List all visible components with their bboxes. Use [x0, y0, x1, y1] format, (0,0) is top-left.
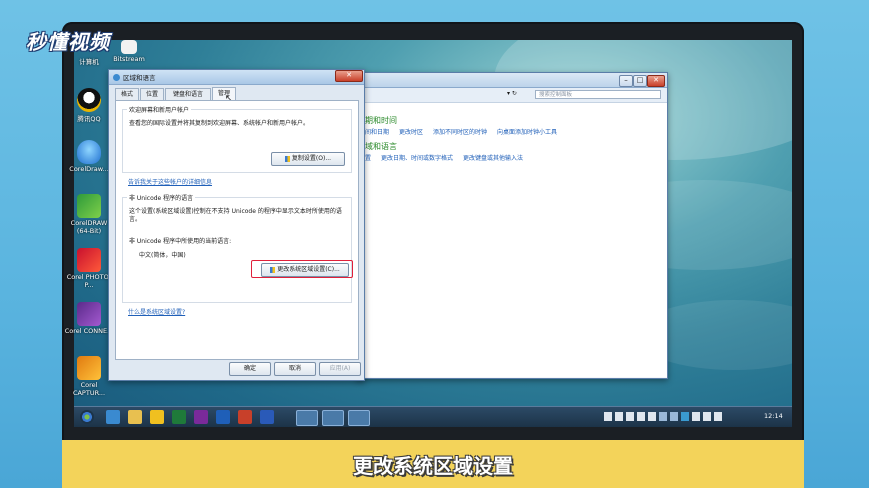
powerpoint-icon[interactable] [238, 410, 252, 424]
taskbar-app-1[interactable] [296, 410, 318, 426]
dialog-title: 区域和语言 [123, 74, 156, 82]
change-system-locale-button[interactable]: 更改系统区域设置(C)... [261, 263, 349, 277]
start-button-icon[interactable] [80, 410, 94, 424]
taskbar-app-2[interactable] [322, 410, 344, 426]
balloon-icon [77, 140, 101, 164]
desktop-icon-label: Corel CONNE... [64, 327, 114, 335]
region-links: 置 更改日期、时间或数字格式 更改键盘或其他输入法 [365, 153, 523, 162]
tray-keyboard-icon[interactable] [604, 412, 612, 421]
desktop-icon-capture[interactable]: Corel CAPTUR... [64, 356, 114, 397]
link-timezone[interactable]: 更改时区 [399, 127, 423, 136]
outlook-icon[interactable] [216, 410, 230, 424]
desktop-icon-bitstream[interactable]: Bitstream [104, 40, 154, 63]
coreldraw-icon [77, 194, 101, 218]
tab-panel: 欢迎屏幕和新用户帐户 查看您的国际设置并将其复制到欢迎屏幕、系统帐户和新用户帐户… [115, 100, 359, 360]
current-language-label: 非 Unicode 程序中所使用的当前语言: [129, 238, 232, 245]
link-datetime[interactable]: 间和日期 [365, 127, 389, 136]
unicode-description: 这个设置(系统区域设置)控制在不支持 Unicode 的程序中显示文本时所使用的… [129, 208, 342, 223]
tray-security-icon[interactable] [670, 412, 678, 421]
welcome-description: 查看您的国际设置并将其复制到欢迎屏幕、系统帐户和新用户帐户。 [129, 120, 310, 127]
ok-button[interactable]: 确定 [229, 362, 271, 376]
tray-bluetooth-icon[interactable] [659, 412, 667, 421]
media-icon[interactable] [150, 410, 164, 424]
maximize-button[interactable]: □ [633, 75, 647, 87]
tray-app-icon[interactable] [681, 412, 689, 421]
desktop-icon-coreldraw64[interactable]: CorelDRAW (64-Bit) [64, 194, 114, 235]
desktop-icon-label: Bitstream [113, 55, 145, 63]
shield-icon [284, 155, 290, 162]
current-language-value: 中文(简体，中国) [139, 252, 186, 259]
copy-settings-label: 复制设置(O)... [291, 155, 332, 162]
welcome-group: 欢迎屏幕和新用户帐户 查看您的国际设置并将其复制到欢迎屏幕、系统帐户和新用户帐户… [122, 105, 352, 173]
welcome-accounts-link[interactable]: 告诉我关于这些帐户的详细信息 [128, 177, 212, 186]
tab-strip: 格式 位置 键盘和语言 管理 ↖ [115, 87, 359, 104]
system-locale-help-link[interactable]: 什么是系统区域设置? [128, 307, 185, 316]
datetime-links: 间和日期 更改时区 添加不同时区的时钟 向桌面添加时钟小工具 [365, 127, 557, 136]
desktop-icon-connect[interactable]: Corel CONNE... [64, 302, 114, 335]
desktop-icon-photopaint[interactable]: Corel PHOTO-P... [64, 248, 114, 289]
desktop-icon-label: CorelDraw... [69, 165, 109, 173]
dialog-close-button[interactable]: ✕ [335, 70, 363, 82]
tray-display-icon[interactable] [703, 412, 711, 421]
minimize-button[interactable]: – [619, 75, 633, 87]
word-icon[interactable] [260, 410, 274, 424]
explorer-icon[interactable] [128, 410, 142, 424]
tray-volume-icon[interactable] [714, 412, 722, 421]
brand-logo: 秒懂视频 [26, 30, 110, 54]
desktop-icon-label: CorelDRAW (64-Bit) [70, 219, 108, 235]
control-panel-content: 期和时间 间和日期 更改时区 添加不同时区的时钟 向桌面添加时钟小工具 域和语言… [357, 103, 667, 377]
onenote-icon[interactable] [194, 410, 208, 424]
tray-ime-icon[interactable] [615, 412, 623, 421]
close-button[interactable]: ✕ [647, 75, 665, 87]
taskbar: 12:14 [74, 406, 792, 427]
link-formats[interactable]: 更改日期、时间或数字格式 [381, 153, 453, 162]
datetime-heading[interactable]: 期和时间 [365, 115, 397, 126]
unicode-group: 非 Unicode 程序的语言 这个设置(系统区域设置)控制在不支持 Unico… [122, 193, 353, 303]
tab-formats[interactable]: 格式 [115, 88, 139, 100]
desktop-icon-qq[interactable]: 腾讯QQ [64, 88, 114, 123]
welcome-group-heading: 欢迎屏幕和新用户帐户 [127, 105, 192, 114]
tray-settings-icon[interactable] [648, 412, 656, 421]
link-location[interactable]: 置 [365, 153, 371, 162]
change-locale-label: 更改系统区域设置(C)... [277, 266, 340, 273]
qq-icon [77, 88, 101, 112]
globe-icon [113, 73, 120, 81]
link-gadget-clock[interactable]: 向桌面添加时钟小工具 [497, 127, 557, 136]
tab-keyboards[interactable]: 键盘和语言 [165, 88, 211, 100]
taskbar-clock[interactable]: 12:14 [764, 412, 783, 420]
apply-button[interactable]: 应用(A) [319, 362, 361, 376]
desktop-icon-label: Corel CAPTUR... [72, 381, 106, 397]
search-input[interactable]: 搜索控制面板 [535, 90, 661, 99]
region-language-dialog: 区域和语言 ✕ 格式 位置 键盘和语言 管理 ↖ 欢迎屏幕和新用户帐户 查看您的… [108, 69, 365, 381]
unicode-group-heading: 非 Unicode 程序的语言 [127, 193, 196, 202]
desktop-icon-label: Corel PHOTO-P... [66, 273, 112, 289]
bitstream-icon [121, 40, 137, 54]
ie-icon[interactable] [106, 410, 120, 424]
tray-help-icon[interactable] [637, 412, 645, 421]
dialog-titlebar: 区域和语言 [109, 70, 364, 85]
desktop-icon-label: 腾讯QQ [77, 115, 101, 123]
subtitle-caption: 更改系统区域设置 [62, 440, 804, 488]
link-keyboards[interactable]: 更改键盘或其他输入法 [463, 153, 523, 162]
taskbar-app-3[interactable] [348, 410, 370, 426]
capture-icon [77, 356, 101, 380]
caption-text: 更改系统区域设置 [353, 453, 513, 478]
system-tray [604, 412, 744, 422]
copy-settings-button[interactable]: 复制设置(O)... [271, 152, 345, 166]
tab-location[interactable]: 位置 [140, 88, 164, 100]
tray-network-icon[interactable] [626, 412, 634, 421]
shield-icon [270, 266, 276, 273]
photopaint-icon [77, 248, 101, 272]
cancel-button[interactable]: 取消 [274, 362, 316, 376]
tray-flag-icon[interactable] [692, 412, 700, 421]
address-bar: ▾ ↻ 搜索控制面板 [357, 88, 667, 103]
link-add-clock[interactable]: 添加不同时区的时钟 [433, 127, 487, 136]
excel-icon[interactable] [172, 410, 186, 424]
connect-icon [77, 302, 101, 326]
control-panel-window: – □ ✕ ▾ ↻ 搜索控制面板 期和时间 间和日期 更改时区 添加不同时区的时… [356, 72, 668, 379]
search-placeholder: 搜索控制面板 [539, 92, 573, 98]
desktop-icon-coreldraw[interactable]: CorelDraw... [64, 140, 114, 173]
refresh-icon[interactable]: ▾ ↻ [507, 90, 527, 99]
region-heading[interactable]: 域和语言 [365, 141, 397, 152]
